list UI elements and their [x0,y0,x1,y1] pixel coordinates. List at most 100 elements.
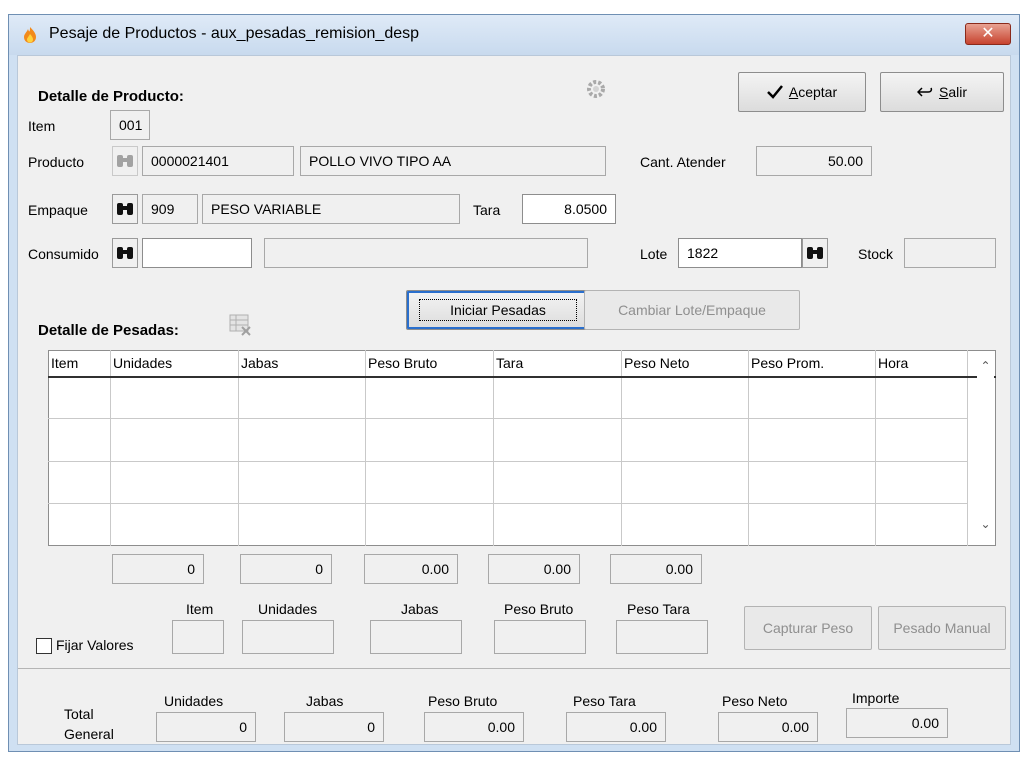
item-field: 001 [110,110,150,140]
scroll-up-icon[interactable]: ⌃ [978,359,993,373]
column-header[interactable]: Hora [875,350,968,378]
pesadas-table: Item Unidades Jabas Peso Bruto Tara Peso… [48,350,996,546]
pesado-manual-button[interactable]: Pesado Manual [878,606,1006,650]
total-general-label-1: Total [64,706,94,722]
iniciar-pesadas-button[interactable]: Iniciar Pesadas [406,290,590,330]
cambiar-lote-label: Cambiar Lote/Empaque [618,302,766,318]
table-scrollbar[interactable]: ⌃ ⌄ [977,351,994,545]
empaque-name-field: PESO VARIABLE [202,194,460,224]
entry-unidades-field [242,620,334,654]
entry-jabas-label: Jabas [401,601,439,617]
table-row[interactable] [48,461,996,504]
table-row[interactable] [48,418,996,462]
column-header[interactable]: Peso Neto [621,350,749,378]
binoculars-icon [117,203,133,215]
tg-peso-bruto-field: 0.00 [424,712,524,742]
tg-unidades-field: 0 [156,712,256,742]
iniciar-pesadas-label: Iniciar Pesadas [419,299,577,321]
tara-label: Tara [473,202,501,218]
entry-unidades-label: Unidades [258,601,318,617]
pesado-manual-label: Pesado Manual [893,620,991,636]
binoculars-icon [117,247,133,259]
tg-peso-neto-label: Peso Neto [722,693,788,709]
settings-gear-icon[interactable] [585,78,607,100]
window-title: Pesaje de Productos - aux_pesadas_remisi… [49,25,420,42]
producto-code-field: 0000021401 [142,146,294,176]
total-unidades-field: 0 [112,554,204,584]
total-general-label-2: General [64,726,114,742]
empaque-search-button[interactable] [112,194,138,224]
section-title-pesadas: Detalle de Pesadas: [38,322,179,339]
dialog-body: Detalle de Producto: Aceptar Salir Item … [17,55,1011,745]
aceptar-label: Aceptar [788,84,838,100]
tg-unidades-label: Unidades [164,693,224,709]
lote-label: Lote [640,246,668,262]
separator [18,668,1010,669]
entry-peso-tara-field [616,620,708,654]
fijar-valores-label: Fijar Valores [56,637,134,653]
app-window: Pesaje de Productos - aux_pesadas_remisi… [8,14,1020,752]
cant-atender-label: Cant. Atender [640,154,726,170]
entry-item-label: Item [186,601,214,617]
consumido-search-button[interactable] [112,238,138,268]
aceptar-button[interactable]: Aceptar [738,72,866,112]
table-row[interactable] [48,376,996,420]
undo-arrow-icon [916,87,933,97]
section-title-producto: Detalle de Producto: [38,88,184,105]
total-tara-field: 0.00 [488,554,580,584]
close-button[interactable]: ✕ [965,23,1011,45]
stock-field [904,238,996,268]
tg-peso-neto-field: 0.00 [718,712,818,742]
consumido-code-field[interactable] [142,238,252,268]
tg-peso-tara-field: 0.00 [566,712,666,742]
empaque-label: Empaque [28,202,88,218]
stock-label: Stock [858,246,894,262]
title-bar: Pesaje de Productos - aux_pesadas_remisi… [9,15,1019,55]
cant-atender-field: 50.00 [756,146,872,176]
checkmark-icon [766,85,783,99]
entry-jabas-field [370,620,462,654]
producto-search-button[interactable] [112,146,138,176]
consumido-name-field [264,238,588,268]
tg-jabas-field: 0 [284,712,384,742]
tg-importe-field: 0.00 [846,708,948,738]
entry-peso-bruto-field [494,620,586,654]
column-header[interactable]: Peso Bruto [365,350,494,378]
table-header-row: Item Unidades Jabas Peso Bruto Tara Peso… [48,350,996,378]
salir-button[interactable]: Salir [880,72,1004,112]
column-header[interactable]: Jabas [238,350,366,378]
total-peso-neto-field: 0.00 [610,554,702,584]
column-header[interactable]: Tara [493,350,622,378]
capturar-peso-button[interactable]: Capturar Peso [744,606,872,650]
empaque-code-field: 909 [142,194,198,224]
table-row[interactable] [48,503,996,546]
fijar-valores-checkbox[interactable] [36,638,52,654]
cambiar-lote-button[interactable]: Cambiar Lote/Empaque [584,290,800,330]
item-label: Item [28,118,56,134]
tg-importe-label: Importe [852,690,900,706]
salir-label: Salir [938,84,967,100]
producto-label: Producto [28,154,85,170]
column-header[interactable]: Item [48,350,111,378]
app-flame-icon [24,27,36,43]
tara-field[interactable]: 8.0500 [522,194,616,224]
column-header[interactable]: Peso Prom. [748,350,876,378]
tg-peso-tara-label: Peso Tara [573,693,636,709]
producto-name-field: POLLO VIVO TIPO AA [300,146,606,176]
column-header[interactable]: Unidades [110,350,239,378]
total-peso-bruto-field: 0.00 [364,554,458,584]
capturar-peso-label: Capturar Peso [762,620,854,636]
tg-jabas-label: Jabas [306,693,344,709]
lote-search-button[interactable] [802,238,828,268]
scroll-down-icon[interactable]: ⌄ [978,517,993,531]
consumido-label: Consumido [28,246,99,262]
lote-field[interactable]: 1822 [678,238,802,268]
entry-peso-bruto-label: Peso Bruto [504,601,574,617]
binoculars-icon [807,247,823,259]
entry-peso-tara-label: Peso Tara [627,601,690,617]
binoculars-icon [117,155,133,167]
total-jabas-field: 0 [240,554,332,584]
entry-item-field [172,620,224,654]
tg-peso-bruto-label: Peso Bruto [428,693,498,709]
delete-rows-icon[interactable] [228,312,254,338]
